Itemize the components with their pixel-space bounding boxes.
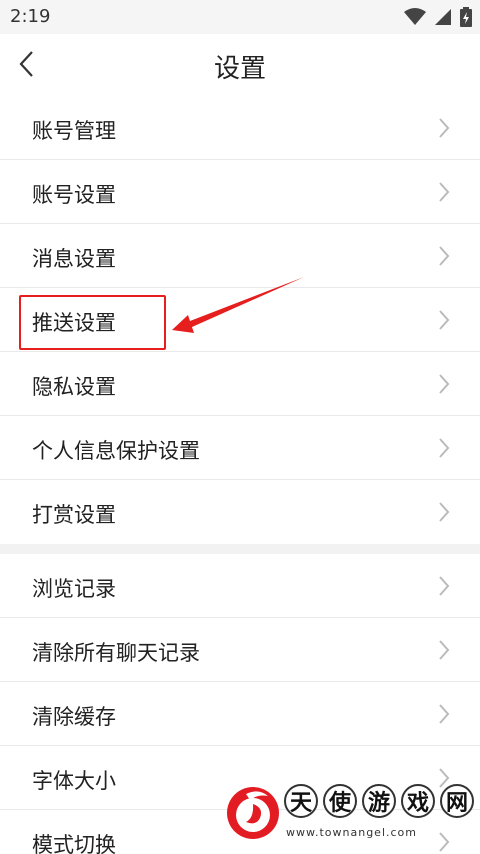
settings-item-account-manage[interactable]: 账号管理 — [0, 96, 480, 160]
chevron-right-icon — [439, 118, 450, 138]
settings-item-reward-settings[interactable]: 打赏设置 — [0, 480, 480, 544]
page-title: 设置 — [213, 54, 266, 84]
settings-item-clear-chat-history[interactable]: 清除所有聊天记录 — [0, 618, 480, 682]
settings-item-label: 浏览记录 — [32, 577, 116, 601]
header: 设置 — [0, 34, 480, 96]
settings-item-label: 字体大小 — [32, 769, 116, 793]
watermark-char: 网 — [440, 784, 474, 818]
watermark-char: 戏 — [401, 784, 435, 818]
settings-item-label: 清除所有聊天记录 — [32, 641, 200, 665]
chevron-right-icon — [439, 502, 450, 522]
status-time: 2:19 — [10, 6, 51, 27]
settings-item-message-settings[interactable]: 消息设置 — [0, 224, 480, 288]
settings-item-account-settings[interactable]: 账号设置 — [0, 160, 480, 224]
watermark-char: 游 — [362, 784, 396, 818]
watermark-text: 天 使 游 戏 网 — [284, 784, 474, 818]
status-bar: 2:19 — [0, 0, 480, 34]
watermark-logo — [227, 787, 279, 839]
chevron-right-icon — [439, 310, 450, 330]
chevron-right-icon — [439, 374, 450, 394]
chevron-right-icon — [439, 438, 450, 458]
settings-item-label: 账号管理 — [32, 119, 116, 143]
settings-item-label: 模式切换 — [32, 833, 116, 854]
chevron-right-icon — [439, 640, 450, 660]
settings-item-browse-history[interactable]: 浏览记录 — [0, 554, 480, 618]
section-divider — [0, 544, 480, 554]
settings-list: 账号管理 账号设置 消息设置 推送设置 隐私设置 个人信息保护设置 打赏设置 浏… — [0, 96, 480, 854]
settings-item-label: 清除缓存 — [32, 705, 116, 729]
watermark-url: www.townangel.com — [286, 826, 417, 839]
status-icons — [404, 7, 472, 27]
settings-item-label: 隐私设置 — [32, 375, 116, 399]
settings-item-privacy-settings[interactable]: 隐私设置 — [0, 352, 480, 416]
settings-item-label: 打赏设置 — [32, 503, 116, 527]
settings-item-label: 消息设置 — [32, 247, 116, 271]
signal-icon — [435, 9, 451, 25]
chevron-right-icon — [439, 704, 450, 724]
settings-item-clear-cache[interactable]: 清除缓存 — [0, 682, 480, 746]
watermark: 天 使 游 戏 网 www.townangel.com — [224, 780, 474, 854]
chevron-right-icon — [439, 182, 450, 202]
settings-item-label: 账号设置 — [32, 183, 116, 207]
annotation-highlight-box — [19, 295, 166, 350]
chevron-right-icon — [439, 576, 450, 596]
wifi-icon — [404, 8, 426, 25]
battery-charging-icon — [460, 7, 472, 27]
settings-item-personal-info-protection[interactable]: 个人信息保护设置 — [0, 416, 480, 480]
watermark-char: 天 — [284, 784, 318, 818]
settings-item-label: 个人信息保护设置 — [32, 439, 200, 463]
chevron-right-icon — [439, 246, 450, 266]
watermark-char: 使 — [323, 784, 357, 818]
